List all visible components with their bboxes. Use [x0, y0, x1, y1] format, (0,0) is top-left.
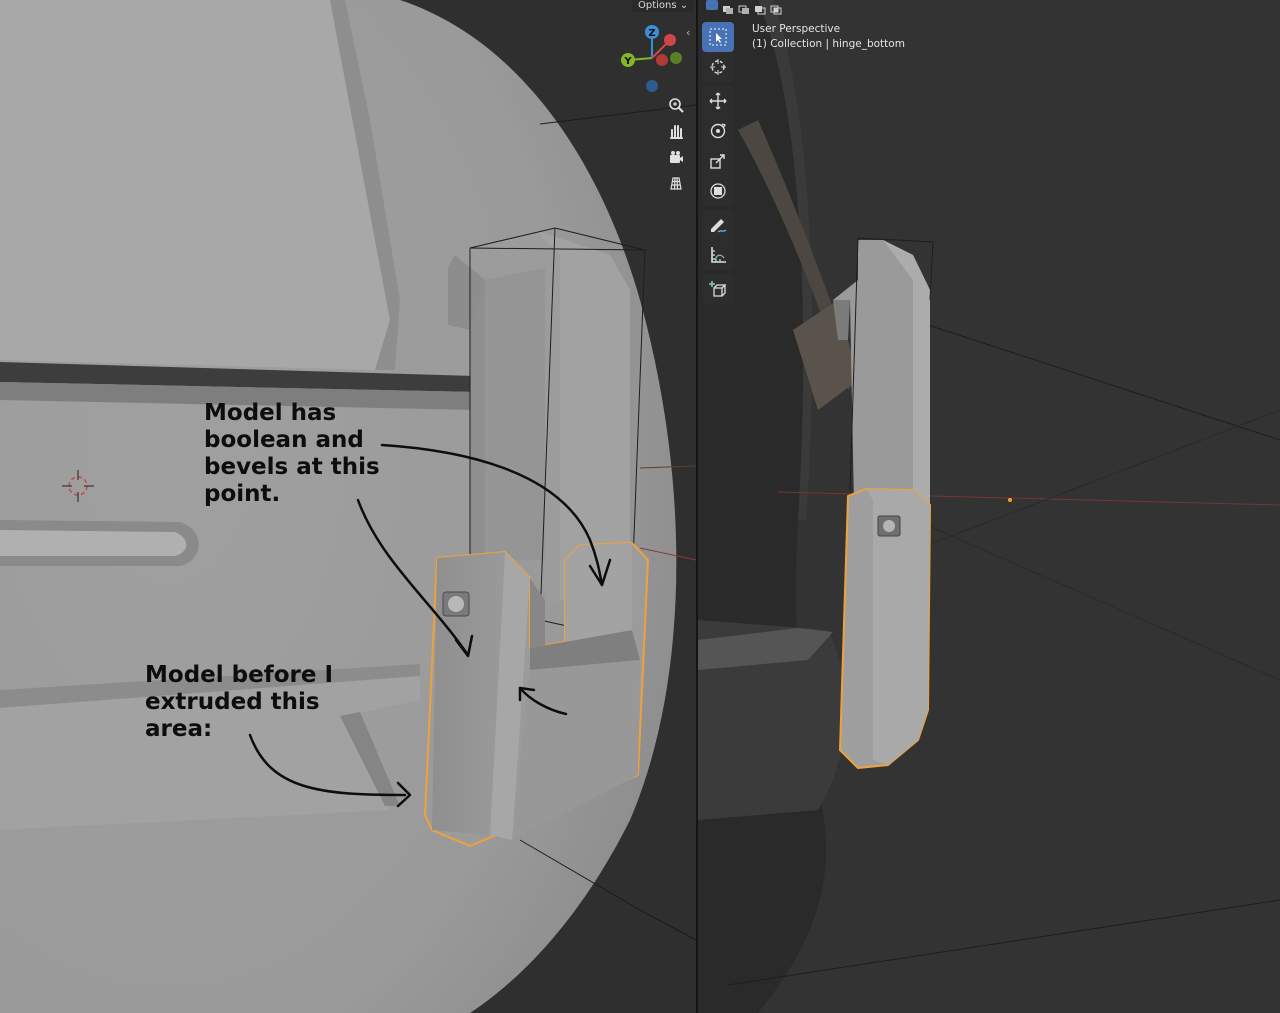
add-cube-icon[interactable]	[702, 274, 734, 304]
select-intersect-icon[interactable]	[770, 0, 782, 15]
collection-info: (1) Collection | hinge_bottom	[752, 38, 905, 50]
select-invert-icon[interactable]	[754, 0, 766, 15]
right-viewport[interactable]: User Perspective (1) Collection | hinge_…	[698, 0, 1280, 1013]
toolbar-add-group	[702, 274, 734, 304]
select-new-icon[interactable]	[706, 0, 718, 10]
options-dropdown[interactable]: Options ⌄	[632, 0, 695, 12]
view-name: User Perspective	[752, 23, 841, 35]
ortho-grid-icon[interactable]	[665, 172, 687, 194]
toolbar-transform-group	[702, 86, 734, 206]
gizmo-z-label: Z	[648, 28, 655, 39]
origin-dot	[1008, 498, 1012, 502]
select-subtract-icon[interactable]	[738, 0, 750, 14]
scale-icon[interactable]	[702, 146, 734, 176]
transform-icon[interactable]	[702, 176, 734, 206]
gizmo-neg-y-axis[interactable]	[670, 52, 682, 64]
measure-icon[interactable]	[702, 240, 734, 270]
navigation-gizmo[interactable]: Z Y	[612, 20, 692, 96]
toolbar-select-group	[702, 22, 734, 82]
gizmo-neg-x-axis[interactable]	[656, 54, 668, 66]
camera-icon[interactable]	[665, 146, 687, 168]
chevron-down-icon: ⌄	[679, 0, 689, 11]
cursor-icon[interactable]	[702, 52, 734, 82]
annotation-boolean-bevels: Model has boolean and bevels at this poi…	[204, 400, 380, 507]
select-extend-icon[interactable]	[722, 0, 734, 14]
chevron-left-icon[interactable]: ‹	[686, 26, 690, 39]
select-box-icon[interactable]	[702, 22, 734, 52]
rotate-icon[interactable]	[702, 116, 734, 146]
zoom-icon[interactable]	[665, 94, 687, 116]
gizmo-y-label: Y	[623, 56, 632, 67]
pan-hand-icon[interactable]	[665, 120, 687, 142]
hinge-bottom-selected-right[interactable]	[839, 488, 931, 769]
toolbar-annotate-group	[702, 210, 734, 270]
right-scene	[698, 0, 1280, 1013]
annotate-icon[interactable]	[702, 210, 734, 240]
helmet-upper-panel	[0, 0, 390, 370]
options-label: Options	[638, 0, 677, 11]
move-icon[interactable]	[702, 86, 734, 116]
annotation-before-extrude: Model before I extruded this area:	[145, 662, 334, 742]
gizmo-neg-z-axis[interactable]	[646, 80, 658, 92]
left-viewport[interactable]: Options ⌄ Z Y ‹ Model has boolean and be…	[0, 0, 696, 1013]
gizmo-x-axis[interactable]	[664, 34, 676, 46]
